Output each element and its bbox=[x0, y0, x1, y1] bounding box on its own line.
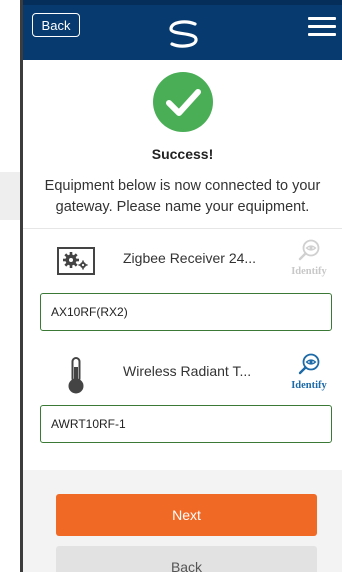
success-check-icon bbox=[153, 72, 213, 132]
header-back-button[interactable]: Back bbox=[32, 13, 80, 37]
identify-button-2[interactable]: Identify bbox=[285, 353, 333, 391]
identify-label-2: Identify bbox=[291, 380, 327, 391]
app-frame: Back Success! Equipment below is now con… bbox=[20, 0, 342, 572]
equipment-name-2: Wireless Radiant T... bbox=[123, 363, 252, 379]
s-swoosh-logo-icon bbox=[169, 20, 198, 48]
app-header: Back bbox=[23, 5, 342, 60]
success-title: Success! bbox=[151, 146, 214, 162]
equipment-list: Zigbee Receiver 24... Identify Wireless … bbox=[23, 228, 342, 471]
action-footer: Next Back bbox=[23, 470, 342, 572]
equipment-name-input-1[interactable] bbox=[40, 293, 332, 331]
success-message: Equipment below is now connected to your… bbox=[44, 178, 321, 215]
back-button[interactable]: Back bbox=[56, 546, 317, 572]
next-button[interactable]: Next bbox=[56, 494, 317, 536]
equipment-name-1: Zigbee Receiver 24... bbox=[123, 250, 257, 266]
gear-box-icon bbox=[57, 247, 95, 275]
left-bezel bbox=[0, 0, 20, 572]
equipment-name-input-2[interactable] bbox=[40, 405, 332, 443]
identify-eye-icon bbox=[298, 239, 320, 261]
identify-eye-icon bbox=[298, 353, 320, 375]
thermometer-icon bbox=[68, 357, 84, 394]
identify-button-1[interactable]: Identify bbox=[285, 239, 333, 277]
left-shade bbox=[0, 172, 20, 220]
hamburger-menu-icon[interactable] bbox=[308, 17, 336, 37]
identify-label-1: Identify bbox=[291, 266, 327, 277]
